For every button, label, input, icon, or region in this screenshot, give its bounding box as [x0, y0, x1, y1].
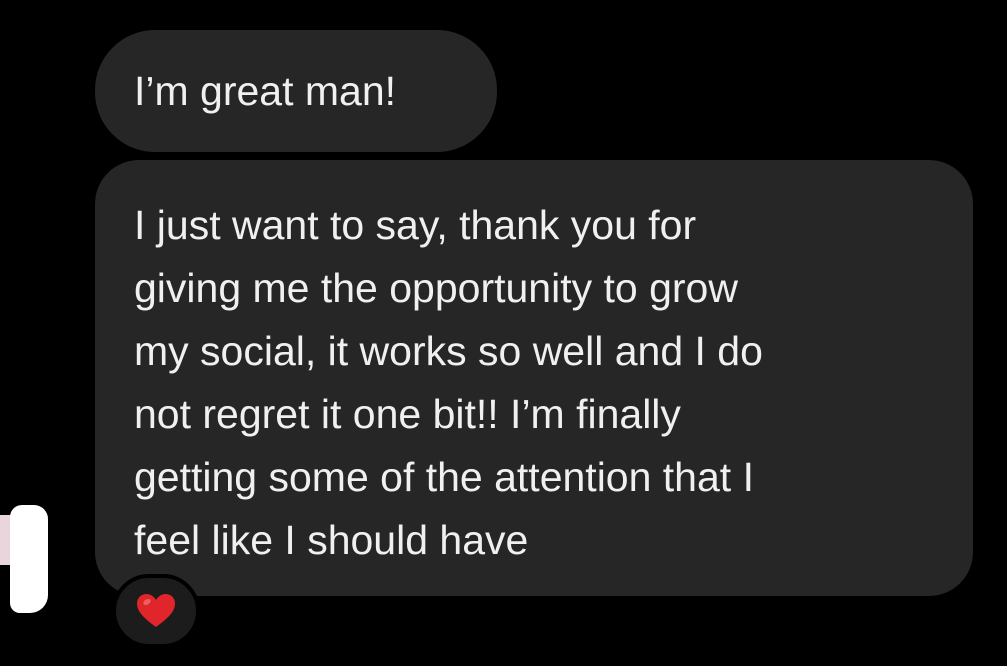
message-text-line: getting some of the attention that I — [134, 454, 754, 500]
sender-avatar[interactable] — [0, 505, 50, 615]
message-text: I’m great man! — [134, 67, 397, 114]
chat-thread: I’m great man! I just want to say, thank… — [0, 0, 1007, 666]
message-text-line: feel like I should have — [134, 517, 529, 563]
message-text-line: giving me the opportunity to grow — [134, 265, 738, 311]
message-bubble[interactable]: I just want to say, thank you for giving… — [95, 160, 973, 596]
message-text-line: not regret it one bit!! I’m finally — [134, 391, 681, 437]
avatar-image-part — [10, 505, 48, 613]
red-heart-icon — [137, 594, 175, 627]
message-bubble[interactable]: I’m great man! — [95, 30, 497, 152]
message-text-line: I just want to say, thank you for — [134, 202, 697, 248]
message-text-line: my social, it works so well and I do — [134, 328, 763, 374]
heart-reaction[interactable] — [112, 574, 200, 648]
